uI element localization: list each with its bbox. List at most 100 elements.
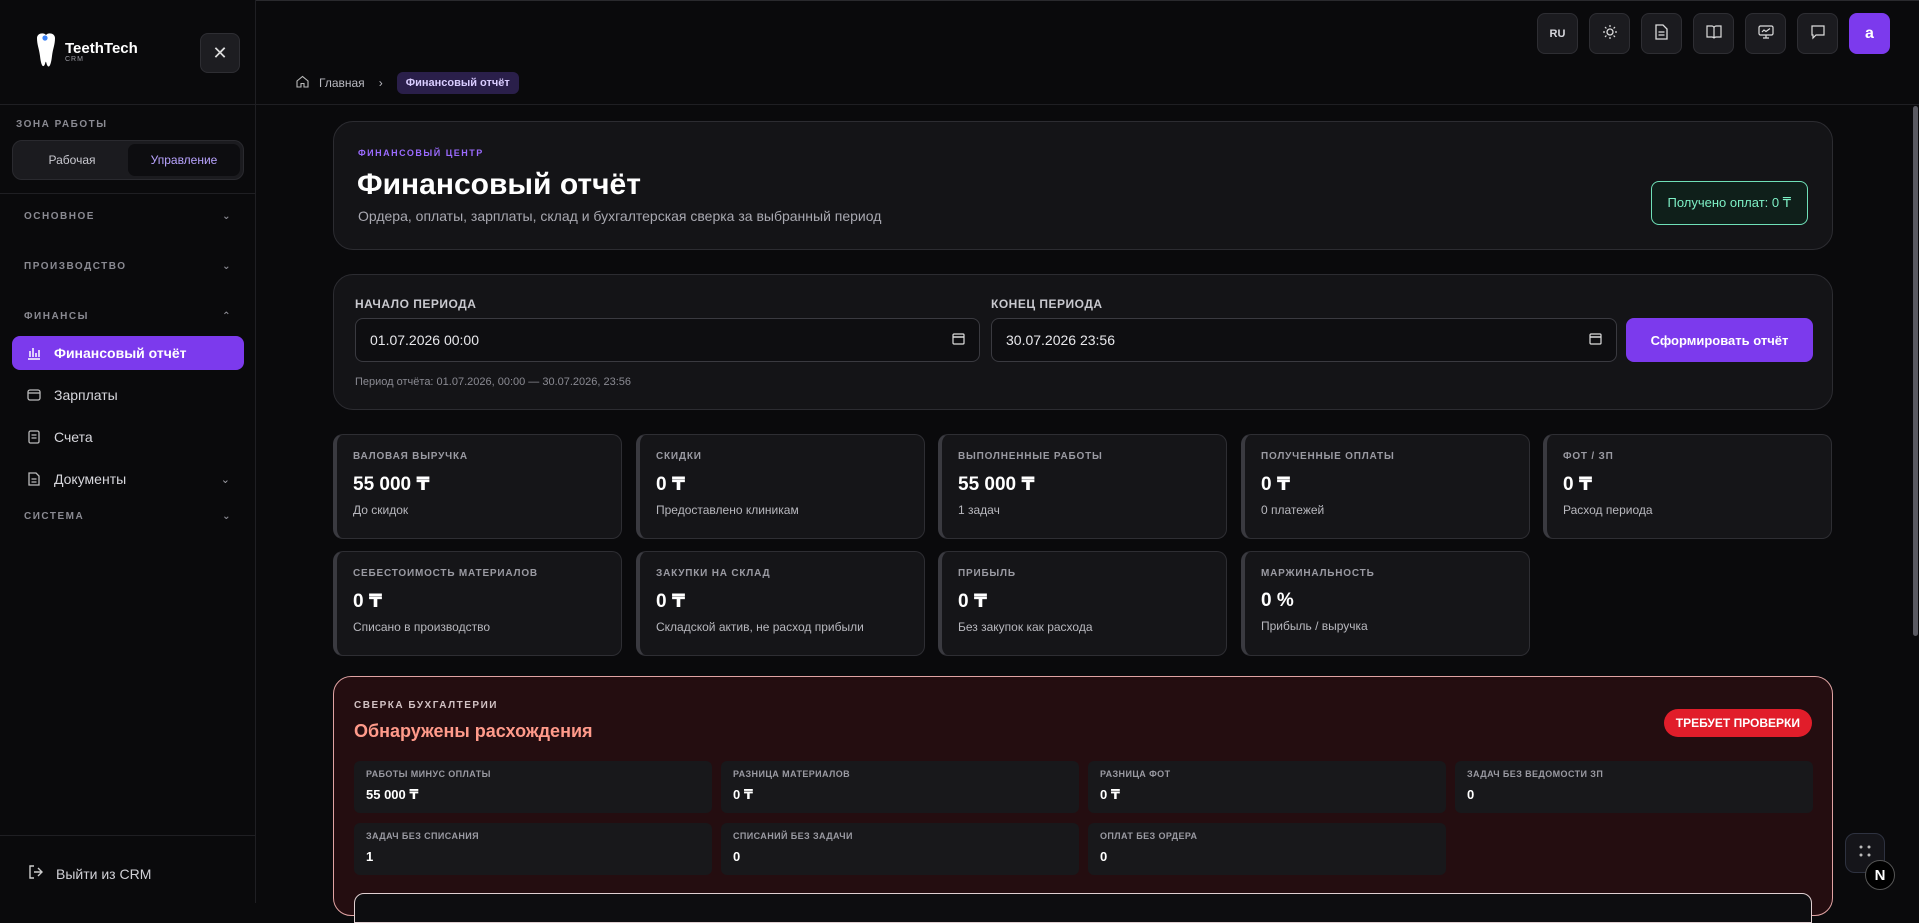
kpi-subtext: 1 задач (958, 503, 1000, 517)
kpi-label: СКИДКИ (656, 451, 702, 462)
zone-manage-button[interactable]: Управление (128, 144, 240, 176)
payments-received-badge: Получено оплат: 0 ₸ (1650, 181, 1808, 225)
app-logo[interactable]: TeethTech CRM (33, 32, 138, 70)
chat-icon (1810, 24, 1826, 43)
sidebar-item-label: Зарплаты (54, 387, 118, 403)
metric-label: ЗАДАЧ БЕЗ СПИСАНИЯ (366, 831, 479, 841)
kpi-label: ФОТ / ЗП (1563, 451, 1614, 462)
metric-value: 0 ₸ (1100, 787, 1120, 802)
divider (0, 193, 256, 194)
section-main-label: ОСНОВНОЕ (24, 211, 95, 222)
kpi-value: 0 ₸ (656, 591, 686, 612)
sidebar-item-financial-report[interactable]: Финансовый отчёт (12, 336, 244, 370)
sidebar-item-documents[interactable]: Документы ⌄ (12, 462, 244, 496)
reconciliation-title: Обнаружены расхождения (354, 721, 593, 741)
sidebar-item-label: Счета (54, 429, 93, 445)
period-note: Период отчёта: 01.07.2026, 00:00 — 30.07… (355, 376, 632, 388)
breadcrumb: Главная › Финансовый отчёт (296, 72, 519, 94)
receipt-icon (26, 429, 42, 445)
reconciliation-metric: ОПЛАТ БЕЗ ОРДЕРА 0 (1088, 823, 1446, 875)
start-date-value: 01.07.2026 00:00 (370, 332, 479, 348)
metric-value: 55 000 ₸ (366, 787, 419, 802)
page-title: Финансовый отчёт (357, 168, 641, 201)
section-finance-label: ФИНАНСЫ (24, 311, 89, 322)
app-subtitle: CRM (65, 55, 84, 63)
reconciliation-metric: РАЗНИЦА МАТЕРИАЛОВ 0 ₸ (721, 761, 1079, 813)
page-subtitle: Ордера, оплаты, зарплаты, склад и бухгал… (358, 208, 882, 224)
zone-label: ЗОНА РАБОТЫ (16, 119, 108, 130)
dev-indicator-button[interactable]: N (1865, 860, 1895, 890)
divider (0, 835, 256, 836)
start-date-label: НАЧАЛО ПЕРИОДА (355, 297, 477, 311)
logout-button[interactable]: Выйти из CRM (28, 864, 151, 883)
kpi-card: ПРИБЫЛЬ 0 ₸ Без закупок как расхода (938, 551, 1227, 656)
reconciliation-metric: ЗАДАЧ БЕЗ СПИСАНИЯ 1 (354, 823, 712, 875)
chevron-down-icon: ⌄ (220, 473, 230, 486)
close-sidebar-button[interactable]: ✕ (200, 33, 240, 73)
metric-label: РАЗНИЦА МАТЕРИАЛОВ (733, 769, 851, 779)
chart-bar-icon (26, 345, 42, 361)
wallet-icon (26, 387, 42, 403)
logout-icon (28, 864, 44, 883)
zone-work-button[interactable]: Рабочая (16, 144, 128, 176)
scrollbar[interactable] (1913, 106, 1918, 636)
guide-button[interactable] (1693, 13, 1734, 54)
reconciliation-metric: РАЗНИЦА ФОТ 0 ₸ (1088, 761, 1446, 813)
metric-label: РАБОТЫ МИНУС ОПЛАТЫ (366, 769, 491, 779)
divider (0, 104, 256, 105)
metric-label: ОПЛАТ БЕЗ ОРДЕРА (1100, 831, 1198, 841)
page-header-card: ФИНАНСОВЫЙ ЦЕНТР Финансовый отчёт Ордера… (333, 121, 1833, 250)
kpi-value: 0 % (1261, 590, 1294, 611)
kpi-card: ВЫПОЛНЕННЫЕ РАБОТЫ 55 000 ₸ 1 задач (938, 434, 1227, 539)
metric-label: ЗАДАЧ БЕЗ ВЕДОМОСТИ ЗП (1467, 769, 1604, 779)
metric-value: 0 (1467, 787, 1475, 802)
kpi-label: ВЫПОЛНЕННЫЕ РАБОТЫ (958, 451, 1103, 462)
theme-toggle-button[interactable] (1589, 13, 1630, 54)
kpi-subtext: Прибыль / выручка (1261, 619, 1368, 633)
sidebar-item-label: Финансовый отчёт (54, 345, 187, 361)
book-icon (1705, 24, 1722, 43)
kpi-subtext: Предоставлено клиникам (656, 503, 799, 517)
kpi-label: СЕБЕСТОИМОСТЬ МАТЕРИАЛОВ (353, 568, 538, 579)
generate-report-button[interactable]: Сформировать отчёт (1626, 318, 1813, 362)
language-button[interactable]: RU (1537, 13, 1578, 54)
breadcrumb-current: Финансовый отчёт (396, 72, 519, 94)
sidebar-item-invoices[interactable]: Счета (12, 420, 244, 454)
section-main[interactable]: ОСНОВНОЕ ⌄ (24, 211, 232, 222)
documents-button[interactable] (1641, 13, 1682, 54)
top-actions: RU a (1537, 13, 1890, 54)
kpi-label: ЗАКУПКИ НА СКЛАД (656, 568, 771, 579)
zone-switch: Рабочая Управление (12, 140, 244, 180)
monitor-button[interactable] (1745, 13, 1786, 54)
kpi-card: МАРЖИНАЛЬНОСТЬ 0 % Прибыль / выручка (1241, 551, 1530, 656)
section-system[interactable]: СИСТЕМА ⌄ (24, 511, 232, 522)
reconciliation-metric: СПИСАНИЙ БЕЗ ЗАДАЧИ 0 (721, 823, 1079, 875)
kpi-card: ВАЛОВАЯ ВЫРУЧКА 55 000 ₸ До скидок (333, 434, 622, 539)
kpi-subtext: Расход периода (1563, 503, 1653, 517)
section-production[interactable]: ПРОИЗВОДСТВО ⌄ (24, 261, 232, 272)
chevron-down-icon: ⌄ (222, 211, 232, 222)
kpi-value: 0 ₸ (656, 474, 686, 495)
kpi-label: ПОЛУЧЕННЫЕ ОПЛАТЫ (1261, 451, 1395, 462)
start-date-input[interactable]: 01.07.2026 00:00 (355, 318, 980, 362)
sun-icon (1602, 24, 1618, 43)
kpi-value: 55 000 ₸ (958, 474, 1035, 495)
avatar[interactable]: a (1849, 13, 1890, 54)
breadcrumb-home[interactable]: Главная (319, 76, 365, 90)
sidebar: TeethTech CRM ✕ ЗОНА РАБОТЫ Рабочая Упра… (0, 0, 256, 903)
kpi-value: 55 000 ₸ (353, 474, 430, 495)
status-badge: ТРЕБУЕТ ПРОВЕРКИ (1663, 709, 1812, 737)
metric-value: 0 (1100, 849, 1108, 864)
kpi-value: 0 ₸ (1563, 474, 1593, 495)
kpi-label: ПРИБЫЛЬ (958, 568, 1016, 579)
calendar-icon (1589, 332, 1602, 348)
chevron-right-icon: › (378, 76, 383, 90)
tooth-logo-icon (37, 33, 55, 67)
metric-value: 1 (366, 849, 374, 864)
chat-button[interactable] (1797, 13, 1838, 54)
sidebar-item-salaries[interactable]: Зарплаты (12, 378, 244, 412)
metric-value: 0 (733, 849, 741, 864)
section-finance[interactable]: ФИНАНСЫ ⌃ (24, 311, 232, 322)
end-date-input[interactable]: 30.07.2026 23:56 (991, 318, 1617, 362)
metric-label: РАЗНИЦА ФОТ (1100, 769, 1171, 779)
